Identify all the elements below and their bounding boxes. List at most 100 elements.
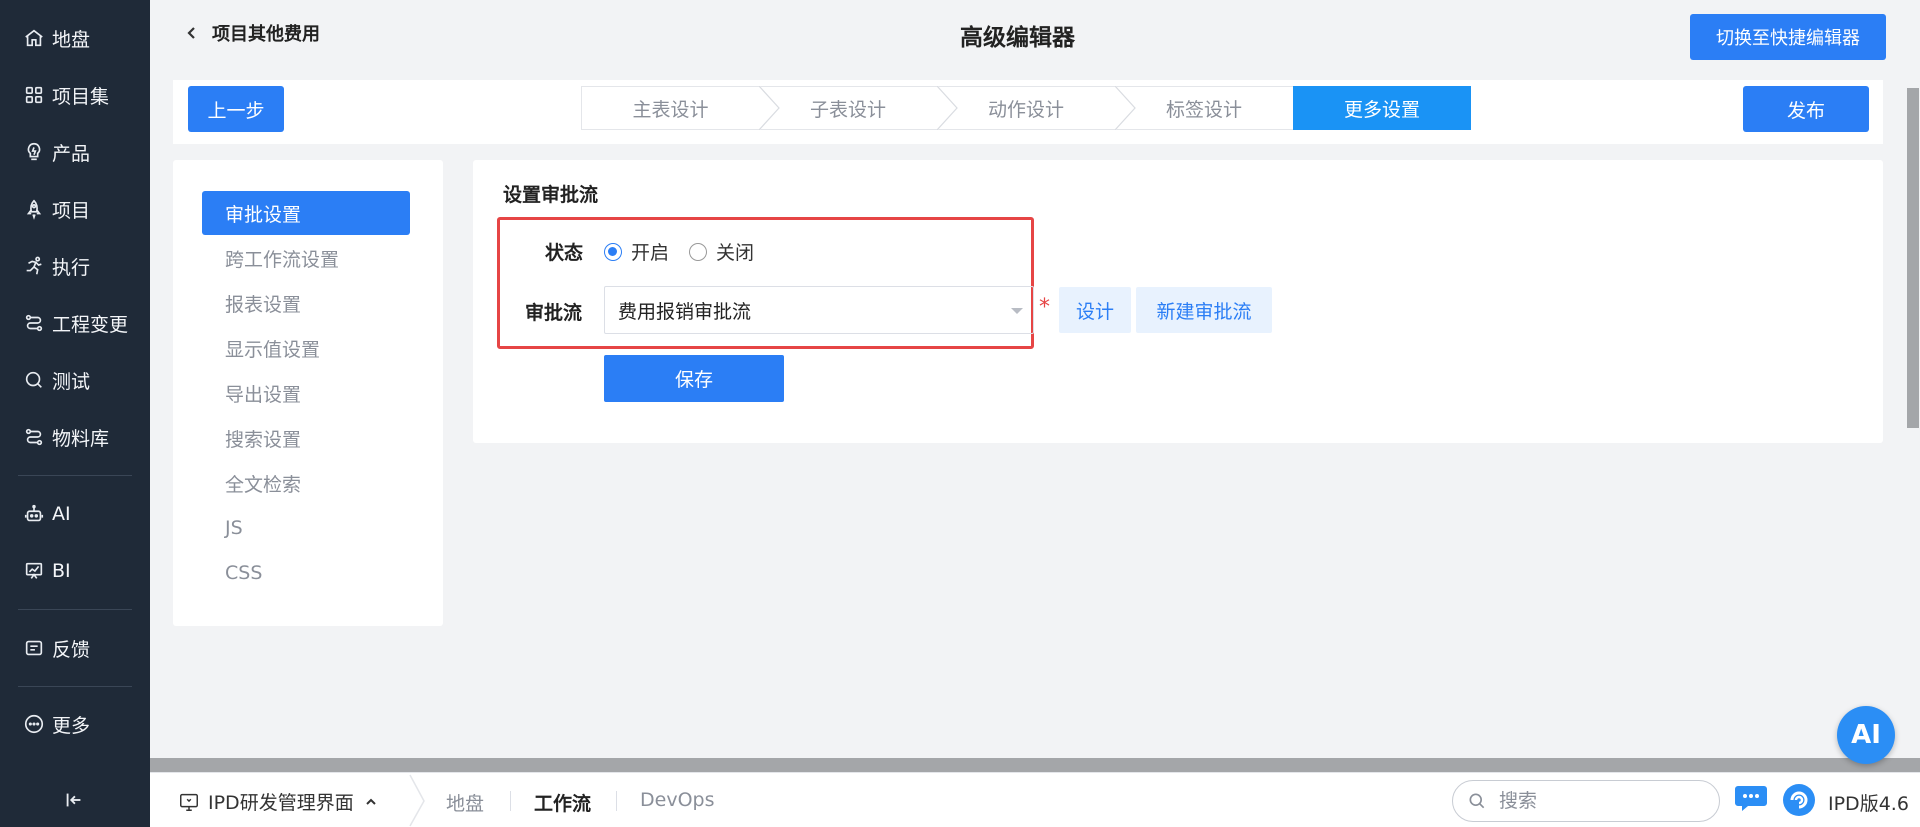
approval-flow-label: 审批流 <box>525 302 583 324</box>
app-switcher[interactable]: IPD研发管理界面 <box>178 788 386 815</box>
chart-board-icon <box>22 559 46 583</box>
sidebar-divider <box>18 609 132 610</box>
bottom-link-workflow[interactable]: 工作流 <box>534 789 591 816</box>
sidebar-item-label: 项目集 <box>52 85 110 108</box>
menu-item-report-settings[interactable]: 报表设置 <box>202 281 410 325</box>
panel-title: 设置审批流 <box>503 184 599 206</box>
step-label: 标签设计 <box>1165 98 1242 121</box>
menu-item-search-settings[interactable]: 搜索设置 <box>202 416 410 460</box>
search-input[interactable] <box>1499 790 1699 812</box>
radio-unchecked-icon <box>689 242 707 261</box>
search-box[interactable] <box>1452 780 1720 822</box>
menu-item-css[interactable]: CSS <box>202 551 410 595</box>
back-button[interactable]: 项目其他费用 <box>184 20 320 46</box>
menu-item-js[interactable]: JS <box>202 506 410 550</box>
step-label: 主表设计 <box>632 98 709 121</box>
search-icon <box>1469 793 1485 809</box>
step-action-design[interactable]: 动作设计 <box>937 86 1136 130</box>
feedback-icon <box>22 636 46 660</box>
main-sidebar: 地盘 项目集 产品 项目 执行 工程变更 测试 物料库 AI BI 反馈 更多 <box>0 0 150 827</box>
step-more-settings[interactable]: 更多设置 <box>1293 86 1471 130</box>
save-button[interactable]: 保存 <box>604 355 784 402</box>
menu-item-fulltext-search[interactable]: 全文检索 <box>202 461 410 505</box>
page-title: 高级编辑器 <box>960 25 1075 51</box>
chevron-left-icon <box>187 27 195 39</box>
chat-icon[interactable] <box>1734 783 1768 813</box>
sidebar-item-bi[interactable]: BI <box>0 551 150 591</box>
bottom-link-dashboard[interactable]: 地盘 <box>446 789 484 816</box>
step-label: 子表设计 <box>809 98 886 121</box>
flow-icon <box>22 311 46 335</box>
bottom-link-devops[interactable]: DevOps <box>640 789 714 811</box>
robot-icon <box>22 502 46 526</box>
step-main-table-design[interactable]: 主表设计 <box>581 86 780 130</box>
sidebar-item-product[interactable]: 产品 <box>0 132 150 172</box>
monitor-icon <box>180 793 198 811</box>
sidebar-item-label: 执行 <box>52 256 91 279</box>
menu-item-display-value-settings[interactable]: 显示值设置 <box>202 326 410 370</box>
caret-down-icon <box>1011 308 1023 314</box>
radio-checked-icon <box>604 242 622 261</box>
menu-item-cross-workflow-settings[interactable]: 跨工作流设置 <box>202 236 410 280</box>
sidebar-item-ai[interactable]: AI <box>0 494 150 534</box>
switch-quick-editor-button[interactable]: 切换至快捷编辑器 <box>1690 14 1886 60</box>
menu-item-approval-settings[interactable]: 审批设置 <box>202 191 410 235</box>
flow-icon <box>22 425 46 449</box>
step-label: 动作设计 <box>987 98 1064 121</box>
ai-assistant-button[interactable]: AI <box>1837 706 1895 764</box>
horizontal-scrollbar[interactable] <box>150 758 1920 772</box>
settings-menu: 审批设置 跨工作流设置 报表设置 显示值设置 导出设置 搜索设置 全文检索 JS… <box>173 160 443 626</box>
previous-step-button[interactable]: 上一步 <box>188 86 284 132</box>
new-approval-flow-button[interactable]: 新建审批流 <box>1136 287 1272 333</box>
run-icon <box>22 254 46 278</box>
sidebar-item-label: 产品 <box>52 142 91 165</box>
design-button[interactable]: 设计 <box>1059 287 1131 333</box>
vertical-scrollbar[interactable] <box>1906 0 1920 760</box>
step-arrow <box>759 86 780 130</box>
scrollbar-thumb[interactable] <box>1907 88 1919 428</box>
rocket-icon <box>22 197 46 221</box>
radio-label: 关闭 <box>716 242 755 264</box>
sidebar-divider <box>18 686 132 687</box>
sidebar-item-label: 工程变更 <box>52 313 129 336</box>
sidebar-item-more[interactable]: 更多 <box>0 704 150 744</box>
collapse-sidebar-button[interactable] <box>60 786 88 814</box>
select-value: 费用报销审批流 <box>618 300 752 323</box>
step-arrow <box>1115 86 1136 130</box>
chevron-up-icon <box>365 798 376 805</box>
sidebar-item-engineering-change[interactable]: 工程变更 <box>0 303 150 343</box>
sidebar-item-programs[interactable]: 项目集 <box>0 75 150 115</box>
required-mark: * <box>1039 295 1050 320</box>
sidebar-item-label: 项目 <box>52 199 91 222</box>
approval-flow-panel: 设置审批流 状态 开启 关闭 审批流 费用报销审批流 * 设计 新建审批流 保存 <box>473 160 1883 443</box>
sidebar-divider <box>18 475 132 476</box>
step-tag-design[interactable]: 标签设计 <box>1115 86 1313 130</box>
sidebar-item-label: BI <box>52 560 71 582</box>
status-radio-on[interactable]: 开启 <box>604 238 669 265</box>
sidebar-item-execution[interactable]: 执行 <box>0 246 150 286</box>
steps: 主表设计 子表设计 动作设计 标签设计 更多设置 <box>581 86 1471 130</box>
publish-button[interactable]: 发布 <box>1743 86 1869 132</box>
sidebar-item-dashboard[interactable]: 地盘 <box>0 18 150 58</box>
step-label: 更多设置 <box>1343 98 1420 121</box>
sidebar-item-project[interactable]: 项目 <box>0 189 150 229</box>
lightbulb-icon <box>22 140 46 164</box>
menu-item-export-settings[interactable]: 导出设置 <box>202 371 410 415</box>
approval-flow-select[interactable]: 费用报销审批流 <box>604 286 1034 334</box>
sidebar-item-label: 更多 <box>52 714 91 737</box>
step-arrow <box>937 86 958 130</box>
sidebar-item-label: AI <box>52 503 71 525</box>
step-arrow <box>1293 86 1313 130</box>
collapse-left-icon <box>66 793 81 807</box>
sidebar-item-material-library[interactable]: 物料库 <box>0 417 150 457</box>
status-radio-off[interactable]: 关闭 <box>689 238 754 265</box>
step-bar: 上一步 主表设计 子表设计 动作设计 标签设计 更多设置 发布 <box>173 80 1883 144</box>
sidebar-item-label: 地盘 <box>52 28 91 51</box>
top-header: 项目其他费用 高级编辑器 切换至快捷编辑器 <box>150 0 1920 70</box>
radio-label: 开启 <box>631 242 670 264</box>
grid-icon <box>22 83 46 107</box>
sidebar-item-label: 反馈 <box>52 638 91 661</box>
sidebar-item-test[interactable]: 测试 <box>0 360 150 400</box>
sidebar-item-feedback[interactable]: 反馈 <box>0 628 150 668</box>
step-sub-table-design[interactable]: 子表设计 <box>759 86 958 130</box>
